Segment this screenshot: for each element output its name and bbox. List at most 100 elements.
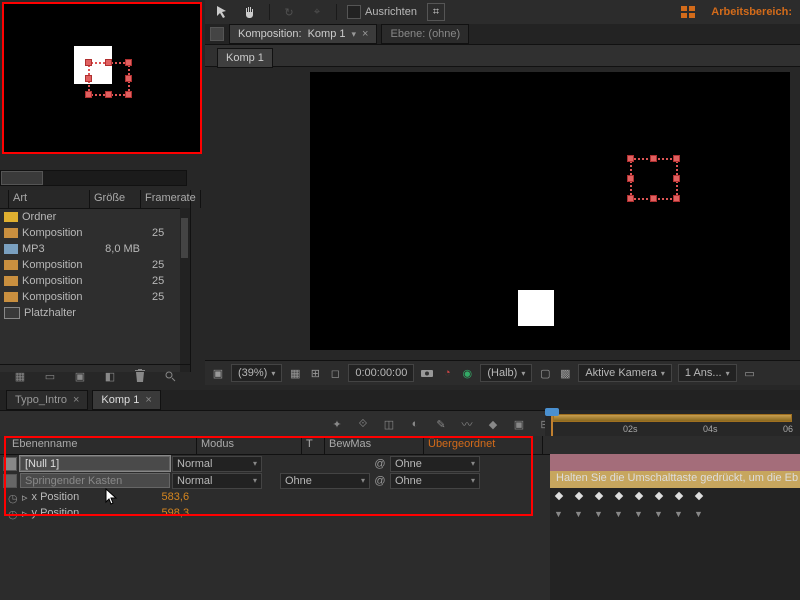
close-icon[interactable]: × [145, 394, 151, 406]
trackmatte-dropdown[interactable]: Ohne▾ [280, 473, 370, 489]
handle-icon[interactable] [125, 59, 132, 66]
layer-bar-kasten[interactable]: Halten Sie die Umschalttaste gedrückt, u… [550, 471, 800, 488]
handle-icon[interactable] [85, 91, 92, 98]
workspace-label[interactable]: Arbeitsbereich: [711, 6, 792, 18]
keyframe-icon[interactable] [615, 492, 623, 500]
pixel-aspect-icon[interactable]: ▭ [743, 366, 757, 380]
property-value[interactable]: 598,3 [162, 507, 190, 519]
col-layer-name[interactable]: Ebenenname [0, 436, 197, 454]
project-row[interactable]: MP38,0 MB [0, 241, 190, 257]
close-icon[interactable]: × [73, 394, 79, 406]
keyframe-icon[interactable] [635, 492, 643, 500]
frame-blend-icon[interactable]: ◫ [382, 417, 396, 431]
handle-icon[interactable] [105, 91, 112, 98]
lock-icon[interactable] [210, 27, 224, 41]
col-t[interactable]: T [302, 436, 325, 454]
mode-dropdown[interactable]: Normal▾ [172, 456, 262, 472]
snapping-toggle[interactable]: ⌗ [427, 3, 445, 21]
handle-icon[interactable] [125, 75, 132, 82]
resolution-dropdown[interactable]: (Halb)▾ [480, 364, 532, 382]
camera-dropdown[interactable]: Aktive Kamera▾ [578, 364, 672, 382]
keyframe-icon[interactable] [575, 492, 583, 500]
selection-tool-icon[interactable] [213, 3, 231, 21]
subtab-comp[interactable]: Komp 1 [217, 48, 273, 68]
timeline-tracks[interactable]: Halten Sie die Umschalttaste gedrückt, u… [550, 454, 800, 600]
handle-icon[interactable] [673, 175, 680, 182]
guides-icon[interactable]: ⊞ [308, 366, 322, 380]
handle-icon[interactable] [627, 175, 634, 182]
layer-name-field[interactable]: Springender Kasten [20, 473, 170, 488]
keyframe-icon[interactable] [555, 492, 563, 500]
transparency-icon[interactable]: ▩ [558, 366, 572, 380]
keyframe-icon[interactable] [695, 492, 703, 500]
mode-dropdown[interactable]: Normal▾ [172, 473, 262, 489]
handle-icon[interactable] [650, 195, 657, 202]
keyframe-nav-icon[interactable]: ▹ [22, 507, 28, 520]
color-swatch[interactable] [3, 474, 17, 488]
project-row[interactable]: Platzhalter [0, 305, 190, 321]
project-scrollbar[interactable] [0, 170, 187, 186]
handle-icon[interactable] [673, 195, 680, 202]
pickwhip-icon[interactable]: @ [372, 475, 388, 487]
handle-icon[interactable] [650, 155, 657, 162]
handle-icon[interactable] [85, 59, 92, 66]
layer-bar-null[interactable] [550, 454, 800, 471]
tab-layer-none[interactable]: Ebene: (ohne) [381, 24, 469, 44]
search-icon[interactable] [163, 369, 177, 383]
views-dropdown[interactable]: 1 Ans...▾ [678, 364, 737, 382]
layer-name-field[interactable]: [Null 1] [20, 456, 170, 471]
shy-icon[interactable]: ✦ [330, 417, 344, 431]
col-mode[interactable]: Modus [197, 436, 302, 454]
rotate-tool-icon[interactable]: ↻ [280, 3, 298, 21]
parent-dropdown[interactable]: Ohne▾ [390, 473, 480, 489]
work-area[interactable] [553, 414, 792, 422]
keyframe-icon[interactable] [675, 492, 683, 500]
current-time[interactable]: 0:00:00:00 [348, 364, 414, 382]
color-depth-icon[interactable]: ◧ [103, 369, 117, 383]
color-icon[interactable]: ◉ [460, 366, 474, 380]
handle-icon[interactable] [125, 91, 132, 98]
grid-icon[interactable]: ▦ [288, 366, 302, 380]
always-preview-icon[interactable]: ▣ [211, 366, 225, 380]
project-row[interactable]: Komposition25 [0, 225, 190, 241]
keyframe-nav-icon[interactable]: ▹ [22, 491, 28, 504]
composition-viewer[interactable] [310, 72, 790, 350]
timeline-tab-typo[interactable]: Typo_Intro× [6, 390, 88, 410]
handle-icon[interactable] [673, 155, 680, 162]
tab-composition[interactable]: Komposition: Komp 1 ▾ × [229, 24, 377, 44]
keyframe-icon[interactable] [655, 492, 663, 500]
close-icon[interactable]: × [362, 28, 368, 40]
keyframe-icon[interactable] [595, 492, 603, 500]
region-icon[interactable]: ▢ [538, 366, 552, 380]
col-trackmatte[interactable]: BewMas [325, 436, 424, 454]
stopwatch-icon[interactable]: ◷ [8, 492, 18, 502]
handle-icon[interactable] [105, 59, 112, 66]
handle-icon[interactable] [627, 195, 634, 202]
col-type[interactable]: Art [9, 190, 90, 208]
camera-tool-icon[interactable]: ⌖ [308, 3, 326, 21]
handle-icon[interactable] [627, 155, 634, 162]
draft3d-icon[interactable]: ▣ [512, 417, 526, 431]
playhead-handle[interactable] [545, 408, 559, 416]
brainstorm-icon[interactable]: ✎ [434, 417, 448, 431]
new-comp-icon[interactable]: ▣ [73, 369, 87, 383]
color-swatch[interactable] [3, 457, 17, 471]
motion-blur-icon[interactable]: ◐ [408, 417, 422, 431]
3d-icon[interactable]: ⟐ [356, 417, 370, 431]
vertical-scrollbar[interactable] [180, 208, 190, 372]
graph-editor-icon[interactable]: 〰 [460, 417, 474, 431]
handle-icon[interactable] [85, 75, 92, 82]
property-value[interactable]: 583,6 [162, 491, 190, 503]
new-folder-icon[interactable]: ▭ [43, 369, 57, 383]
col-framerate[interactable]: Framerate [141, 190, 201, 208]
parent-dropdown[interactable]: Ohne▾ [390, 456, 480, 472]
col-size[interactable]: Größe [90, 190, 141, 208]
timeline-tab-komp1[interactable]: Komp 1× [92, 390, 160, 410]
chevron-down-icon[interactable]: ▾ [352, 29, 357, 40]
project-row[interactable]: Komposition25 [0, 289, 190, 305]
project-row[interactable]: Komposition25 [0, 257, 190, 273]
col-parent[interactable]: Übergeordnet [424, 436, 543, 454]
hand-tool-icon[interactable] [241, 3, 259, 21]
align-checkbox[interactable]: Ausrichten [347, 5, 417, 19]
zoom-dropdown[interactable]: (39%)▾ [231, 364, 282, 382]
